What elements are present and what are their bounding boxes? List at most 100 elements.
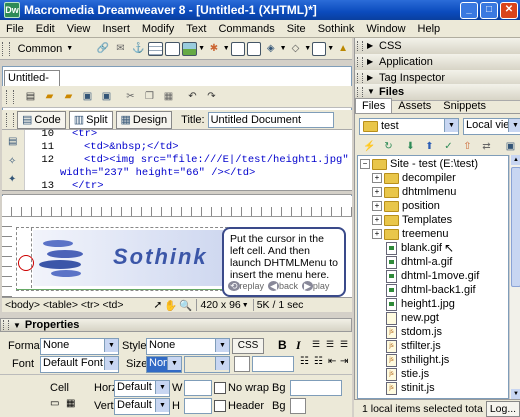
- chevron-down-icon[interactable]: ▼: [280, 45, 287, 52]
- save-icon[interactable]: ▣: [79, 89, 96, 105]
- chevron-down-icon[interactable]: ▼: [198, 45, 205, 52]
- open-folder-icon[interactable]: ▰: [41, 89, 58, 105]
- code-view[interactable]: ▤ ✧ ✦ 10 <tr> 11 <td>&nbsp;</td> 12 <td>…: [2, 128, 352, 192]
- templates-icon[interactable]: [312, 41, 327, 56]
- browse-icon[interactable]: ▰: [60, 89, 77, 105]
- bg-color-swatch[interactable]: [290, 398, 306, 414]
- menu-text[interactable]: Text: [180, 23, 212, 35]
- split-view-button[interactable]: ▥ Split: [68, 110, 113, 129]
- tab-assets[interactable]: Assets: [392, 99, 437, 113]
- chevron-down-icon[interactable]: ▼: [327, 45, 334, 52]
- bold-button[interactable]: B: [278, 338, 287, 352]
- text-color-input[interactable]: [252, 356, 294, 372]
- menu-window[interactable]: Window: [360, 23, 411, 35]
- chevron-down-icon[interactable]: ▼: [304, 45, 311, 52]
- menu-site[interactable]: Site: [281, 23, 312, 35]
- back-button[interactable]: ◀ back: [268, 280, 298, 292]
- code-view-button[interactable]: ▤ Code: [17, 110, 66, 129]
- paste-icon[interactable]: ▦: [160, 89, 177, 105]
- replay-button[interactable]: ⟲ replay: [228, 280, 264, 292]
- horz-select[interactable]: Default ▼: [114, 380, 170, 397]
- file-icon[interactable]: ▤: [8, 136, 17, 148]
- file-tree[interactable]: − Site - test (E:\test) + decompiler + dhtm…: [357, 155, 509, 399]
- header-checkbox[interactable]: [214, 400, 226, 412]
- ordered-list-icon[interactable]: ☷: [314, 356, 323, 367]
- document-tab[interactable]: Untitled-1*: [4, 70, 60, 99]
- italic-button[interactable]: I: [296, 338, 301, 353]
- tree-item[interactable]: js stie.js: [386, 367, 429, 381]
- vert-select[interactable]: Default ▼: [114, 398, 170, 415]
- bg-image-input[interactable]: [290, 380, 342, 396]
- text-color-swatch[interactable]: [234, 356, 250, 372]
- tree-item[interactable]: blank.gif ↖: [386, 241, 454, 255]
- width-input[interactable]: [184, 380, 212, 396]
- hyperlink-icon[interactable]: 🔗: [95, 41, 111, 57]
- menu-file[interactable]: File: [0, 23, 30, 35]
- tree-item[interactable]: new.pgt: [386, 311, 439, 325]
- email-link-icon[interactable]: ✉: [113, 41, 129, 57]
- insert-category-dropdown[interactable]: Common ▼: [14, 41, 78, 57]
- design-view[interactable]: Sothink Put the cursor in the left cell.…: [2, 217, 352, 297]
- design-view-button[interactable]: ▦ Design: [115, 110, 173, 129]
- split-cell-icon[interactable]: ▦: [66, 398, 75, 409]
- application-panel-header[interactable]: ▶ Application: [355, 54, 520, 71]
- undo-icon[interactable]: ↶: [184, 89, 201, 105]
- table-icon[interactable]: [148, 41, 164, 56]
- menu-insert[interactable]: Insert: [96, 23, 136, 35]
- refresh-icon[interactable]: ↻: [380, 138, 397, 154]
- tree-item[interactable]: js stdom.js: [386, 325, 442, 339]
- layer-icon[interactable]: [165, 41, 181, 56]
- connect-icon[interactable]: ⚡: [361, 138, 378, 154]
- tag-selector[interactable]: <body> <table> <tr> <td>: [5, 299, 124, 311]
- scroll-up-icon[interactable]: ▲: [511, 155, 520, 165]
- size-select[interactable]: None ▼: [146, 356, 182, 373]
- nowrap-checkbox[interactable]: [214, 382, 226, 394]
- indent-icon[interactable]: ⇥: [340, 356, 348, 367]
- maximize-button[interactable]: □: [480, 2, 498, 19]
- menu-commands[interactable]: Commands: [212, 23, 280, 35]
- tree-item[interactable]: + Templates: [372, 213, 452, 227]
- properties-panel-header[interactable]: ▼ Properties: [0, 318, 352, 332]
- tab-snippets[interactable]: Snippets: [437, 99, 492, 113]
- split-divider[interactable]: [2, 190, 352, 195]
- unordered-list-icon[interactable]: ☷: [300, 356, 309, 367]
- redo-icon[interactable]: ↷: [203, 89, 220, 105]
- date-icon[interactable]: [230, 41, 245, 56]
- window-size[interactable]: 420 x 96: [196, 299, 241, 311]
- align-right-icon[interactable]: ☰: [340, 339, 348, 350]
- zoom-tool-icon[interactable]: 🔍: [179, 299, 192, 312]
- banner-image[interactable]: Sothink: [33, 230, 223, 286]
- collapse-icon[interactable]: ✧: [8, 156, 16, 168]
- expand-panel-icon[interactable]: ▣: [502, 138, 519, 154]
- outdent-icon[interactable]: ⇤: [328, 356, 336, 367]
- image-icon[interactable]: [182, 41, 198, 56]
- tab-files[interactable]: Files: [355, 98, 393, 113]
- menu-help[interactable]: Help: [412, 23, 447, 35]
- minimize-button[interactable]: _: [460, 2, 478, 19]
- style-select[interactable]: None ▼: [146, 338, 230, 355]
- tree-item[interactable]: js sthilight.js: [386, 353, 449, 367]
- tag-chooser-icon[interactable]: ▲: [335, 41, 351, 57]
- comment-icon[interactable]: [246, 41, 261, 56]
- css-panel-header[interactable]: ▶ CSS: [355, 38, 520, 55]
- chevron-down-icon[interactable]: ▼: [223, 45, 230, 52]
- close-button[interactable]: ✕: [500, 2, 518, 19]
- tree-item[interactable]: js stinit.js: [386, 381, 435, 395]
- tree-item[interactable]: dhtml-back1.gif: [386, 283, 476, 297]
- check-in-icon[interactable]: ⇧: [459, 138, 476, 154]
- layout-table[interactable]: Sothink: [16, 227, 228, 291]
- menu-sothink[interactable]: Sothink: [312, 23, 361, 35]
- align-left-icon[interactable]: ☰: [312, 339, 320, 350]
- align-center-icon[interactable]: ☰: [326, 339, 334, 350]
- menu-modify[interactable]: Modify: [136, 23, 180, 35]
- tree-item[interactable]: + decompiler: [372, 171, 456, 185]
- save-all-icon[interactable]: ▣: [98, 89, 115, 105]
- tree-item[interactable]: height1.jpg: [386, 297, 455, 311]
- cut-icon[interactable]: ✂: [122, 89, 139, 105]
- tree-item[interactable]: + dhtmlmenu: [372, 185, 456, 199]
- merge-cells-icon[interactable]: ▭: [50, 398, 59, 409]
- put-files-icon[interactable]: ⬆: [421, 138, 438, 154]
- new-document-icon[interactable]: ▤: [22, 89, 39, 105]
- tree-item[interactable]: js stfilter.js: [386, 339, 441, 353]
- css-button[interactable]: CSS: [232, 338, 264, 354]
